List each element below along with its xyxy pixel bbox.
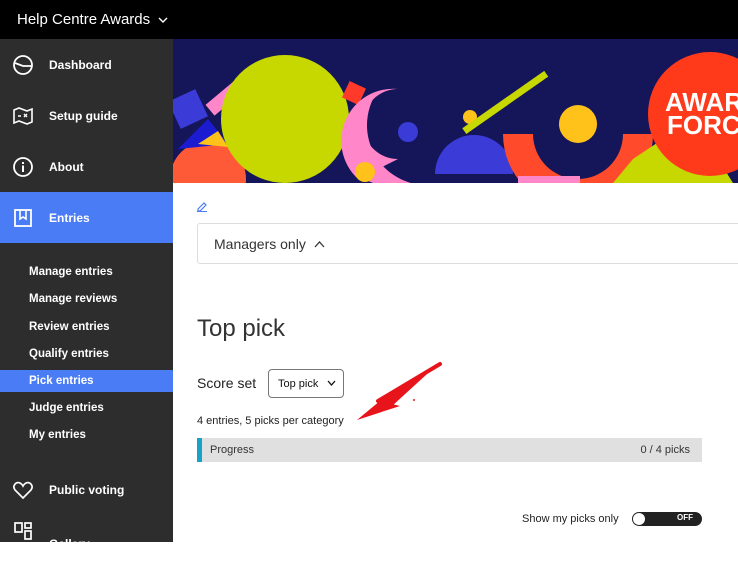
sidebar-item-label: Setup guide	[49, 108, 118, 123]
chevron-down-icon	[158, 17, 168, 23]
toggle-state: OFF	[677, 513, 693, 522]
progress-label: Progress	[210, 444, 255, 456]
pencil-icon[interactable]	[196, 200, 208, 212]
app-switcher[interactable]: Help Centre Awards	[0, 0, 738, 39]
sidebar-item-label: Public voting	[49, 482, 125, 497]
sidebar-item-setup-guide[interactable]: Setup guide	[0, 90, 173, 141]
sidebar-item-gallery[interactable]: Gallery	[0, 515, 173, 566]
page-title: Top pick	[197, 315, 286, 342]
managers-only-label: Managers only	[214, 235, 306, 252]
gallery-icon	[14, 522, 32, 540]
sidebar-subitem-manage-reviews[interactable]: Manage reviews	[0, 288, 173, 310]
sidebar-item-public-voting[interactable]: Public voting	[0, 464, 173, 515]
heart-icon	[13, 481, 33, 499]
sidebar-subitem-review-entries[interactable]: Review entries	[0, 316, 173, 338]
sidebar-item-label: About	[49, 159, 84, 174]
chevron-down-icon	[327, 380, 336, 386]
app-title: Help Centre Awards	[17, 11, 151, 28]
sidebar-item-label: Entries	[49, 210, 90, 225]
sidebar-subitem-judge-entries[interactable]: Judge entries	[0, 397, 173, 419]
sidebar-item-label: Dashboard	[49, 57, 112, 72]
awards-banner: AWAR FORC	[173, 39, 738, 183]
chevron-up-icon	[314, 240, 325, 247]
show-picks-label: Show my picks only	[522, 513, 619, 525]
progress-value: 0 / 4 picks	[640, 444, 690, 456]
sidebar-subitem-my-entries[interactable]: My entries	[0, 424, 173, 446]
sidebar-item-entries[interactable]: Entries	[0, 192, 173, 243]
score-set-label: Score set	[197, 375, 257, 391]
main-content: Managers only Top pick Score set Top pic…	[173, 183, 738, 542]
entries-info: 4 entries, 5 picks per category	[197, 415, 344, 427]
bookmark-icon	[14, 208, 32, 227]
sidebar-subitem-pick-entries[interactable]: Pick entries	[0, 370, 173, 392]
score-set-select[interactable]: Top pick	[268, 369, 344, 398]
sidebar: Dashboard Setup guide About Entries Mana…	[0, 39, 173, 551]
progress-bar: Progress 0 / 4 picks	[197, 438, 702, 462]
show-picks-toggle[interactable]: OFF	[632, 512, 702, 526]
toggle-knob	[633, 513, 645, 525]
map-icon	[13, 106, 33, 125]
dashboard-icon	[13, 54, 33, 75]
banner-artwork: AWAR FORC	[173, 39, 738, 183]
banner-logo-text: FORC	[667, 110, 738, 140]
info-icon	[13, 156, 33, 177]
sidebar-item-label: Gallery	[49, 537, 90, 551]
score-set-value: Top pick	[278, 377, 319, 390]
sidebar-item-dashboard[interactable]: Dashboard	[0, 39, 173, 90]
managers-only-toggle[interactable]: Managers only	[197, 223, 738, 264]
sidebar-item-about[interactable]: About	[0, 141, 173, 192]
sidebar-subitem-manage-entries[interactable]: Manage entries	[0, 261, 173, 283]
sidebar-subitem-qualify-entries[interactable]: Qualify entries	[0, 343, 173, 365]
